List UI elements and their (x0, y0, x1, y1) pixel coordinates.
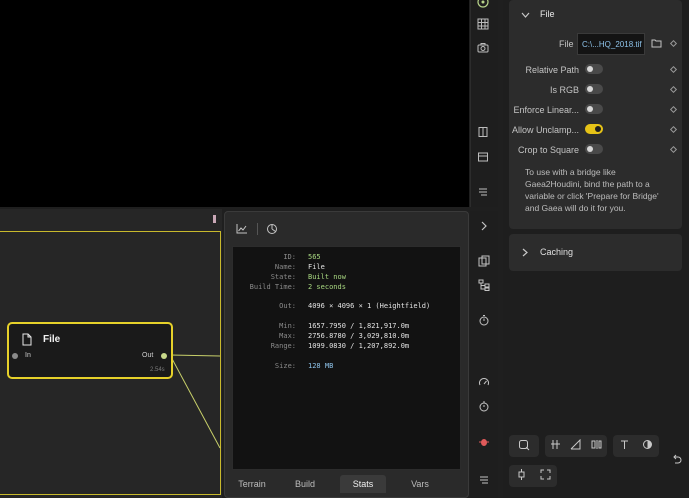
bridge-help-text: To use with a bridge like Gaea2Houdini, … (525, 167, 659, 213)
tool-group-view (613, 435, 659, 457)
book-icon[interactable] (474, 123, 492, 141)
lasso-icon[interactable] (518, 439, 530, 454)
crosshair-icon[interactable] (516, 469, 527, 483)
chevron-right-icon[interactable] (475, 217, 493, 235)
chevron-down-icon[interactable] (521, 10, 530, 22)
tab-stats[interactable]: Stats (340, 475, 386, 493)
undo-icon[interactable] (671, 453, 682, 467)
hierarchy-icon[interactable] (475, 276, 493, 294)
target-icon[interactable] (474, 0, 492, 11)
tool-group-align (545, 435, 607, 457)
align-icon[interactable] (550, 439, 561, 453)
timer-icon[interactable] (475, 311, 493, 329)
allow-unclamp-label: Allow Unclamp... (511, 125, 579, 135)
viewport-3d[interactable] (0, 0, 469, 207)
copy-icon[interactable] (475, 252, 493, 270)
caching-title: Caching (540, 247, 574, 257)
tab-vars[interactable]: Vars (400, 475, 440, 493)
relative-path-label: Relative Path (525, 65, 579, 75)
chevron-right-icon (522, 248, 529, 260)
is-rgb-label: Is RGB (549, 85, 579, 95)
stats-output: ID: 565 Name: File State: Built now Build T… (232, 246, 461, 470)
file-section-title: File (540, 9, 555, 19)
expand-icon[interactable] (540, 469, 551, 483)
out-label: Out (142, 352, 154, 359)
slope-icon[interactable] (570, 438, 581, 453)
graph-connections (170, 354, 221, 449)
viewport-toolbar (470, 0, 498, 207)
menu-icon[interactable] (475, 471, 493, 489)
enforce-linear-toggle[interactable] (585, 104, 603, 114)
file-node[interactable]: File In Out 2.54s (7, 322, 173, 379)
node-time: 2.54s (150, 367, 165, 373)
file-path-input[interactable]: C:\...HQ_2018.tif (577, 33, 645, 55)
tab-build[interactable]: Build (285, 475, 325, 493)
is-rgb-toggle[interactable] (585, 84, 603, 94)
gauge-icon[interactable] (475, 373, 493, 391)
tool-group-frame (509, 465, 557, 487)
bug-icon[interactable] (475, 433, 493, 451)
graph-marker (213, 215, 216, 223)
split-icon[interactable] (591, 439, 602, 453)
tab-terrain[interactable]: Terrain (232, 475, 272, 493)
panel-toolbar (470, 211, 498, 498)
caching-section[interactable]: Caching (509, 234, 682, 271)
tool-group-lasso (509, 435, 539, 457)
camera-icon[interactable] (474, 39, 492, 57)
layout-icon[interactable] (474, 148, 492, 166)
grid-icon[interactable] (474, 15, 492, 33)
in-label: In (25, 352, 31, 359)
file-icon (22, 333, 32, 349)
toolbar-divider (257, 223, 258, 235)
file-field-label: File (559, 39, 574, 49)
node-title: File (43, 334, 61, 345)
chart-icon[interactable] (236, 223, 248, 237)
in-port[interactable] (12, 353, 18, 359)
crop-to-square-toggle[interactable] (585, 144, 603, 154)
pin-icon[interactable] (619, 439, 630, 453)
pie-chart-icon[interactable] (266, 223, 278, 238)
folder-icon[interactable] (651, 39, 662, 51)
stopwatch-icon[interactable] (475, 397, 493, 415)
menu-icon[interactable] (474, 183, 492, 201)
contrast-icon[interactable] (642, 439, 653, 453)
out-port[interactable] (161, 353, 167, 359)
relative-path-toggle[interactable] (585, 64, 603, 74)
allow-unclamp-toggle[interactable] (585, 124, 603, 134)
enforce-linear-label: Enforce Linear... (513, 105, 579, 115)
crop-to-square-label: Crop to Square (517, 145, 579, 155)
